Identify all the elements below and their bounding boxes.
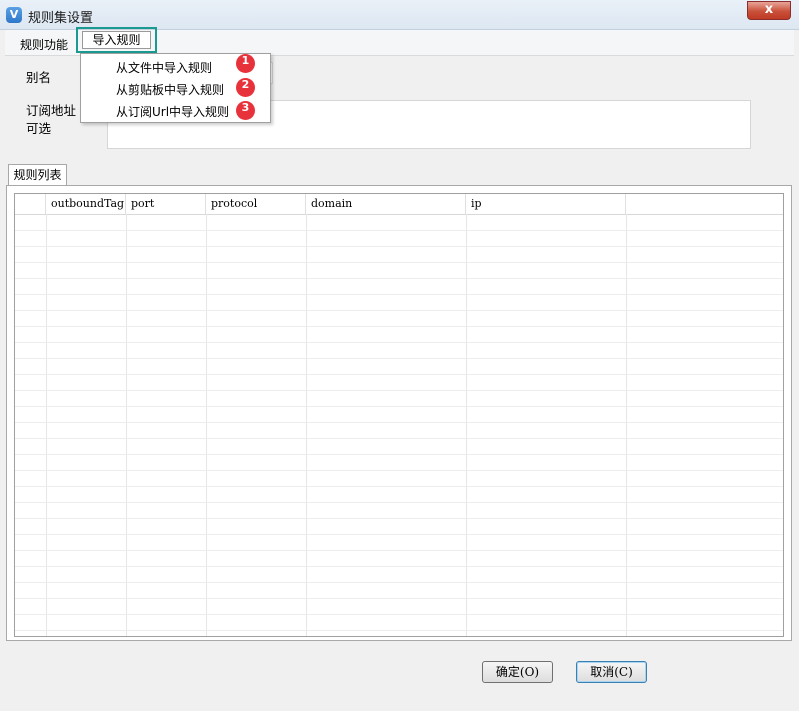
column-header-ip[interactable]: ip bbox=[466, 194, 626, 214]
table-grid-row-line bbox=[15, 422, 783, 423]
subscription-label-optional: 可选 bbox=[26, 121, 52, 136]
import-rules-dropdown: 从文件中导入规则 1 从剪贴板中导入规则 2 从订阅Url中导入规则 3 bbox=[80, 53, 271, 123]
ok-button[interactable]: 确定(O) bbox=[482, 661, 553, 683]
menu-import-rules-highlight: 导入规则 bbox=[76, 27, 157, 53]
table-grid-row-line bbox=[15, 278, 783, 279]
table-grid-row-line bbox=[15, 230, 783, 231]
table-grid-row-line bbox=[15, 598, 783, 599]
table-grid-row-line bbox=[15, 550, 783, 551]
rule-list-panel: outboundTag port protocol domain ip bbox=[6, 185, 792, 641]
badge-2: 2 bbox=[236, 78, 255, 97]
table-grid-row-line bbox=[15, 294, 783, 295]
close-button[interactable]: x bbox=[747, 1, 791, 20]
table-grid-row-line bbox=[15, 614, 783, 615]
table-grid-row-line bbox=[15, 310, 783, 311]
table-grid-row-line bbox=[15, 374, 783, 375]
table-grid-row-line bbox=[15, 454, 783, 455]
menu-rule-functions[interactable]: 规则功能 bbox=[20, 36, 68, 53]
table-grid-row-line bbox=[15, 518, 783, 519]
table-grid-row-line bbox=[15, 470, 783, 471]
dropdown-item-from-clipboard[interactable]: 从剪贴板中导入规则 bbox=[116, 81, 224, 98]
column-header-select[interactable] bbox=[15, 194, 46, 214]
alias-label: 别名 bbox=[26, 70, 52, 85]
badge-1: 1 bbox=[236, 54, 255, 73]
tab-rule-list[interactable]: 规则列表 bbox=[8, 164, 67, 186]
table-grid-row-line bbox=[15, 406, 783, 407]
dropdown-item-from-file[interactable]: 从文件中导入规则 bbox=[116, 59, 212, 76]
cancel-button[interactable]: 取消(C) bbox=[576, 661, 647, 683]
badge-3: 3 bbox=[236, 101, 255, 120]
table-grid-row-line bbox=[15, 438, 783, 439]
table-grid-row-line bbox=[15, 582, 783, 583]
table-grid-row-line bbox=[15, 486, 783, 487]
table-grid-row-line bbox=[15, 358, 783, 359]
table-grid-row-line bbox=[15, 326, 783, 327]
table-grid-row-line bbox=[15, 390, 783, 391]
window-title: 规则集设置 bbox=[28, 11, 94, 26]
table-grid-row-line bbox=[15, 502, 783, 503]
menu-import-rules[interactable]: 导入规则 bbox=[82, 31, 151, 49]
table-grid-row-line bbox=[15, 630, 783, 631]
table-grid-row-line bbox=[15, 262, 783, 263]
column-header-outboundtag[interactable]: outboundTag bbox=[46, 194, 126, 214]
column-header-domain[interactable]: domain bbox=[306, 194, 466, 214]
table-grid-row-line bbox=[15, 534, 783, 535]
dropdown-item-from-url[interactable]: 从订阅Url中导入规则 bbox=[116, 103, 229, 120]
rules-table[interactable]: outboundTag port protocol domain ip bbox=[14, 193, 784, 637]
app-icon: V bbox=[6, 7, 22, 23]
table-grid-row-line bbox=[15, 342, 783, 343]
column-header-blank bbox=[626, 194, 783, 214]
table-grid-row-line bbox=[15, 246, 783, 247]
table-header: outboundTag port protocol domain ip bbox=[15, 194, 783, 215]
table-grid-row-line bbox=[15, 566, 783, 567]
title-bar: V 规则集设置 x bbox=[0, 0, 799, 30]
column-header-protocol[interactable]: protocol bbox=[206, 194, 306, 214]
column-header-port[interactable]: port bbox=[126, 194, 206, 214]
